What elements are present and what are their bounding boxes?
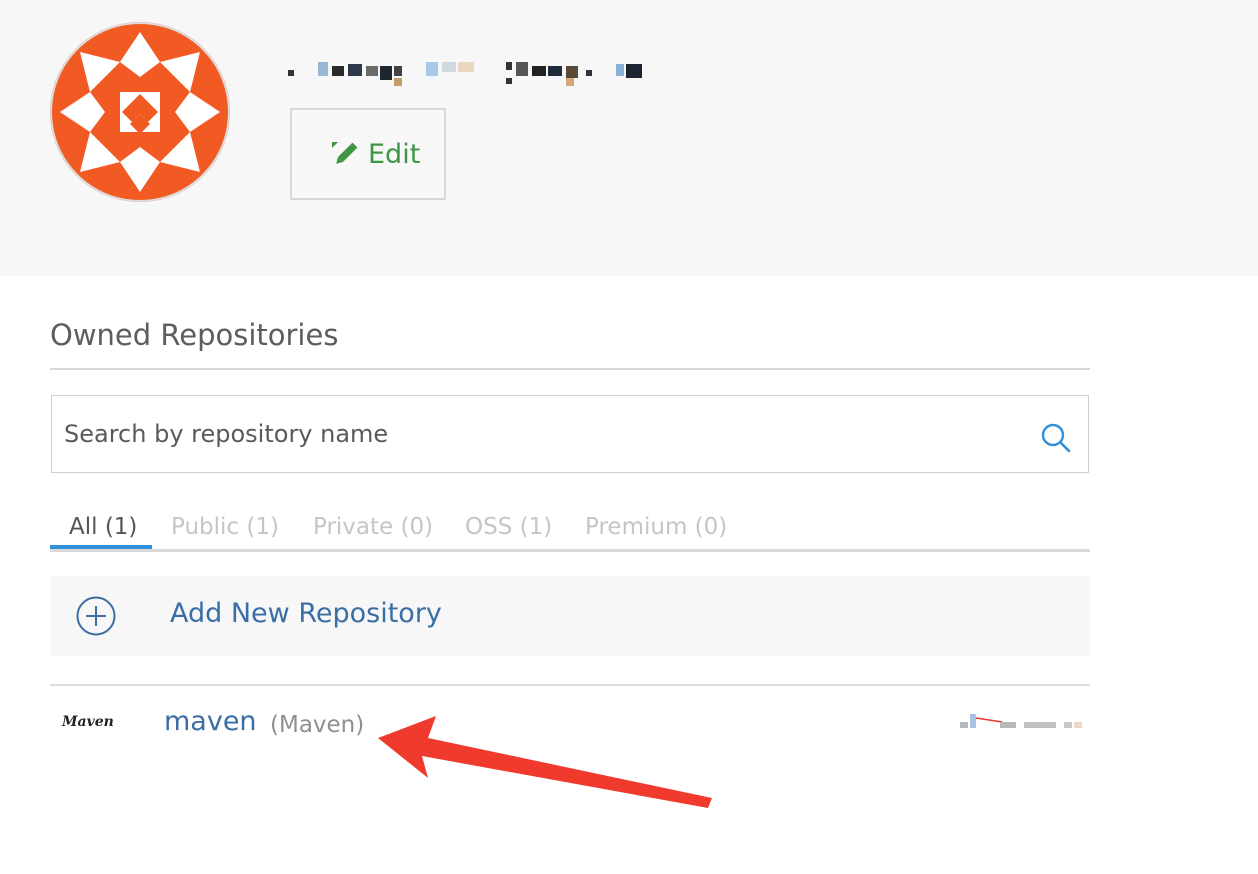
add-new-repository-label: Add New Repository (170, 598, 442, 629)
edit-profile-button[interactable]: Edit (290, 108, 446, 200)
active-tab-indicator (50, 545, 152, 549)
edit-button-label: Edit (368, 138, 421, 170)
add-new-repository-button[interactable]: Add New Repository (50, 576, 1090, 656)
section-title: Owned Repositories (50, 318, 339, 352)
maven-logo: Maven (62, 714, 114, 730)
repository-type: (Maven) (270, 712, 365, 738)
repository-row: Maven maven (Maven) (50, 700, 1090, 756)
search-box (51, 395, 1089, 473)
profile-header: Edit (0, 0, 1258, 276)
search-icon[interactable] (1040, 422, 1072, 454)
repository-filter-tabs: All (1) Public (1) Private (0) OSS (1) P… (50, 510, 1090, 552)
search-input[interactable] (64, 396, 1004, 472)
tab-oss[interactable]: OSS (1) (465, 514, 552, 540)
repository-name-link[interactable]: maven (164, 706, 257, 737)
list-divider (50, 684, 1090, 686)
tab-premium[interactable]: Premium (0) (585, 514, 727, 540)
tab-all[interactable]: All (1) (69, 514, 137, 540)
repository-meta-redacted (960, 714, 1082, 728)
title-divider (50, 368, 1090, 370)
pencil-icon (332, 142, 358, 164)
username-redacted (288, 62, 642, 86)
avatar (50, 22, 230, 202)
tab-private[interactable]: Private (0) (313, 514, 433, 540)
plus-circle-icon (76, 596, 116, 636)
tab-public[interactable]: Public (1) (171, 514, 279, 540)
